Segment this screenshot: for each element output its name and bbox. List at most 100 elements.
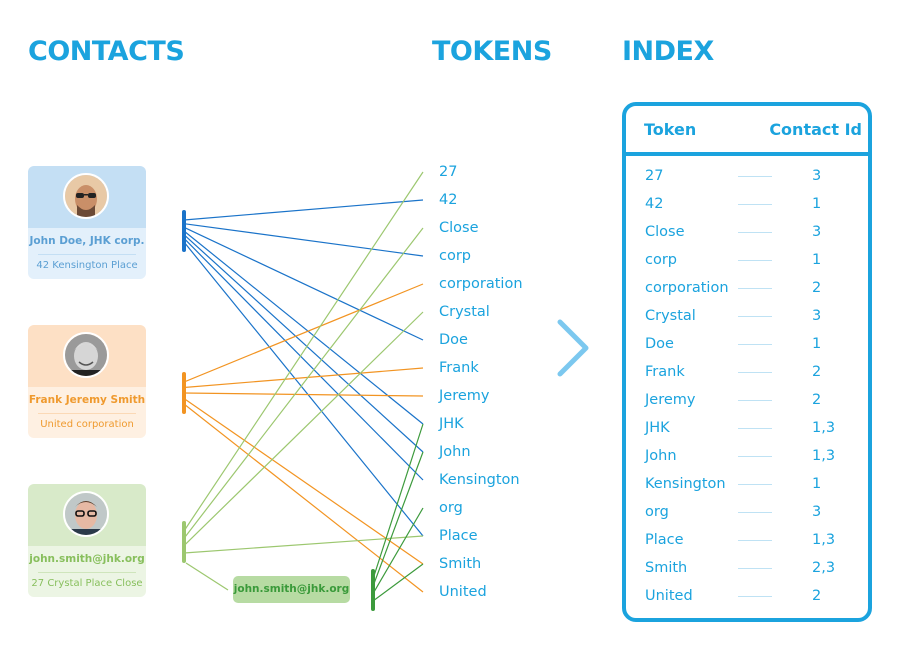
token-item: Jeremy: [439, 388, 490, 404]
link-line-contact1-doe: [183, 226, 424, 341]
token-item: United: [439, 584, 487, 600]
index-row: Place 1,3: [626, 530, 868, 550]
index-contact-ids: 2: [812, 588, 822, 604]
row-connector-line: [738, 568, 772, 569]
index-row: org 3: [626, 502, 868, 522]
index-token: Doe: [645, 336, 674, 352]
index-contact-ids: 1,3: [812, 420, 836, 436]
link-line-contact2-frank: [183, 367, 424, 389]
index-row: United 2: [626, 586, 868, 606]
link-line-contact3_email-jhk: [372, 423, 424, 580]
contact-card-1: John Doe, JHK corp. 42 Kensington Place: [28, 166, 146, 279]
row-connector-line: [738, 484, 772, 485]
index-contact-ids: 3: [812, 168, 822, 184]
contact-card-3: john.smith@jhk.org 27 Crystal Place Clos…: [28, 484, 146, 597]
link-line-contact3_address-place: [183, 535, 424, 554]
contact-email: john.smith@jhk.org: [29, 553, 145, 565]
link-line-contact3_email-john: [372, 451, 424, 587]
index-table: Token Contact Id 27 3 42 1 Close 3 corp 1 corpor…: [622, 102, 872, 622]
index-token: corp: [645, 252, 678, 268]
index-contact-ids: 1: [812, 336, 822, 352]
token-item: Crystal: [439, 304, 490, 320]
token-item: John: [439, 444, 471, 460]
token-item: Frank: [439, 360, 479, 376]
row-connector-line: [738, 540, 772, 541]
index-header: Token Contact Id: [626, 106, 868, 156]
index-row: 42 1: [626, 194, 868, 214]
row-connector-line: [738, 176, 772, 177]
avatar-icon: [63, 173, 109, 219]
column-header-token: Token: [644, 120, 697, 139]
index-contact-ids: 1: [812, 196, 822, 212]
index-row: Smith 2,3: [626, 558, 868, 578]
index-token: Crystal: [645, 308, 696, 324]
index-token: Close: [645, 224, 685, 240]
token-item: JHK: [439, 416, 464, 432]
token-item: corporation: [439, 276, 523, 292]
index-row: Close 3: [626, 222, 868, 242]
link-line-contact2-smith: [183, 398, 424, 565]
contact-name: John Doe, JHK corp.: [29, 235, 145, 247]
index-row: John 1,3: [626, 446, 868, 466]
row-connector-line: [738, 400, 772, 401]
row-connector-line: [738, 316, 772, 317]
index-token: Jeremy: [645, 392, 696, 408]
index-contact-ids: 1: [812, 252, 822, 268]
row-connector-line: [738, 204, 772, 205]
link-line-contact1-john: [183, 234, 424, 453]
index-token: Smith: [645, 560, 688, 576]
link-line-contact3_address-crystal: [183, 311, 424, 547]
index-token: corporation: [645, 280, 729, 296]
index-token: 42: [645, 196, 664, 212]
contact-address: 42 Kensington Place: [36, 260, 138, 271]
index-token: Frank: [645, 364, 685, 380]
link-line-contact1-42: [183, 199, 424, 221]
token-item: Close: [439, 220, 479, 236]
row-connector-line: [738, 232, 772, 233]
index-token: John: [645, 448, 677, 464]
index-row: Jeremy 2: [626, 390, 868, 410]
row-connector-line: [738, 456, 772, 457]
index-row: JHK 1,3: [626, 418, 868, 438]
contact-card-2: Frank Jeremy Smith United corporation: [28, 325, 146, 438]
link-line-contact3_address-27: [183, 171, 424, 532]
row-connector-line: [738, 372, 772, 373]
token-item: corp: [439, 248, 472, 264]
email-token-pill: john.smith@jhk.org: [233, 576, 350, 603]
index-contact-ids: 2: [812, 364, 822, 380]
index-row: corp 1: [626, 250, 868, 270]
index-row: corporation 2: [626, 278, 868, 298]
index-contact-ids: 2,3: [812, 560, 836, 576]
token-item: 27: [439, 164, 458, 180]
index-row: 27 3: [626, 166, 868, 186]
row-connector-line: [738, 596, 772, 597]
contact-address: 27 Crystal Place Close: [31, 578, 143, 589]
index-token: Kensington: [645, 476, 726, 492]
link-line-contact3_email-smith: [372, 563, 424, 602]
row-connector-line: [738, 512, 772, 513]
index-token: Place: [645, 532, 684, 548]
index-contact-ids: 3: [812, 308, 822, 324]
link-line-contact2-corporation: [183, 283, 424, 383]
index-row: Frank 2: [626, 362, 868, 382]
index-token: org: [645, 504, 669, 520]
link-line-contact1-corp: [183, 223, 424, 257]
token-item: Place: [439, 528, 478, 544]
token-item: org: [439, 500, 463, 516]
row-connector-line: [738, 428, 772, 429]
index-contact-ids: 3: [812, 224, 822, 240]
index-row: Crystal 3: [626, 306, 868, 326]
index-contact-ids: 2: [812, 392, 822, 408]
contact-company: United corporation: [40, 419, 134, 430]
index-token: 27: [645, 168, 664, 184]
row-connector-line: [738, 288, 772, 289]
avatar-icon: [63, 332, 109, 378]
index-row: Doe 1: [626, 334, 868, 354]
token-item: Doe: [439, 332, 468, 348]
index-contact-ids: 1,3: [812, 448, 836, 464]
row-connector-line: [738, 344, 772, 345]
index-contact-ids: 1,3: [812, 532, 836, 548]
column-header-contact-id: Contact Id: [769, 120, 862, 139]
link-line-contact2-united: [183, 403, 424, 593]
token-item: Kensington: [439, 472, 520, 488]
